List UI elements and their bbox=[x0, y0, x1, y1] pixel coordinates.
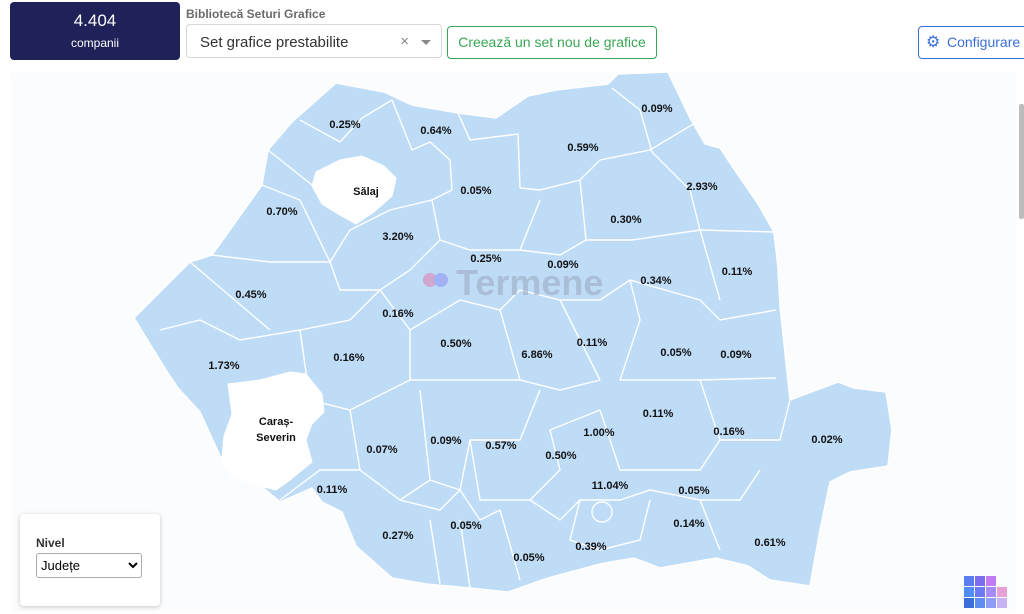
level-panel: Nivel Județe bbox=[20, 514, 160, 606]
region-value: 0.05% bbox=[678, 485, 709, 497]
chart-library-label: Bibliotecă Seturi Grafice bbox=[186, 7, 326, 21]
region-value: 0.27% bbox=[382, 530, 413, 542]
watermark-text: Termene bbox=[456, 262, 603, 303]
region-value: 11.04% bbox=[592, 480, 629, 492]
region-value: 1.73% bbox=[208, 360, 239, 372]
map-panel: Termene 0.09% 0.25% 0.64% 0.59% 2.93% 0.… bbox=[12, 72, 1016, 612]
app-logo-icon bbox=[964, 576, 1007, 608]
region-value: 0.05% bbox=[460, 185, 491, 197]
scrollbar-thumb[interactable] bbox=[1019, 104, 1024, 219]
region-value: 0.05% bbox=[513, 552, 544, 564]
configure-label: Configurare bbox=[947, 34, 1021, 50]
map-shape bbox=[133, 72, 893, 593]
region-value: 0.09% bbox=[720, 349, 751, 361]
region-value: 0.11% bbox=[317, 484, 348, 496]
region-value: 0.05% bbox=[450, 520, 481, 532]
chevron-down-icon[interactable] bbox=[421, 40, 431, 45]
region-name: Sălaj bbox=[353, 186, 379, 198]
company-count-label: companii bbox=[70, 36, 120, 50]
region-value: 0.50% bbox=[440, 338, 471, 350]
region-value: 0.50% bbox=[545, 450, 576, 462]
region-value: 0.11% bbox=[643, 408, 674, 420]
region-value: 0.14% bbox=[673, 518, 704, 530]
region-value: 0.25% bbox=[329, 119, 360, 131]
new-chart-set-button[interactable]: Creează un set nou de grafice bbox=[447, 26, 657, 59]
region-value: 2.93% bbox=[686, 181, 717, 193]
region-value: 0.09% bbox=[641, 103, 672, 115]
region-value: 0.07% bbox=[366, 444, 397, 456]
region-value: 3.20% bbox=[382, 231, 413, 243]
region-value: 0.64% bbox=[420, 125, 451, 137]
configure-button[interactable]: ⚙ Configurare bbox=[918, 26, 1024, 59]
region-value: 0.25% bbox=[470, 253, 501, 265]
region-value: 0.61% bbox=[754, 537, 785, 549]
region-value: 0.16% bbox=[333, 352, 364, 364]
chart-set-selected: Set grafice prestabilite bbox=[200, 34, 349, 51]
region-value: 0.34% bbox=[640, 275, 671, 287]
region-value: 0.57% bbox=[485, 440, 516, 452]
region-value: 0.39% bbox=[575, 541, 606, 553]
level-title: Nivel bbox=[36, 536, 65, 550]
region-value: 0.09% bbox=[547, 259, 578, 271]
region-value: 0.11% bbox=[722, 266, 753, 278]
region-value: 0.45% bbox=[235, 289, 266, 301]
region-value: 0.59% bbox=[567, 142, 598, 154]
region-value: 0.16% bbox=[713, 426, 744, 438]
region-value: 0.11% bbox=[577, 337, 608, 349]
region-value: 6.86% bbox=[521, 349, 552, 361]
region-value: 0.30% bbox=[610, 214, 641, 226]
company-counter: 4.404 companii bbox=[10, 2, 180, 60]
region-value: 0.09% bbox=[430, 435, 461, 447]
region-value: 0.70% bbox=[266, 206, 297, 218]
region-value: 0.02% bbox=[811, 434, 842, 446]
region-name: Caraș- bbox=[259, 416, 294, 428]
region-value: 0.05% bbox=[660, 347, 691, 359]
romania-map: Termene 0.09% 0.25% 0.64% 0.59% 2.93% 0.… bbox=[133, 72, 893, 593]
region-name: Severin bbox=[256, 432, 296, 444]
company-count: 4.404 bbox=[73, 11, 117, 30]
chart-set-select[interactable]: Set grafice prestabilite × bbox=[186, 24, 442, 58]
gear-icon: ⚙ bbox=[926, 34, 941, 51]
clear-icon[interactable]: × bbox=[400, 33, 409, 50]
region-value: 1.00% bbox=[583, 427, 614, 439]
level-select[interactable]: Județe bbox=[36, 553, 142, 578]
region-value: 0.16% bbox=[382, 308, 413, 320]
